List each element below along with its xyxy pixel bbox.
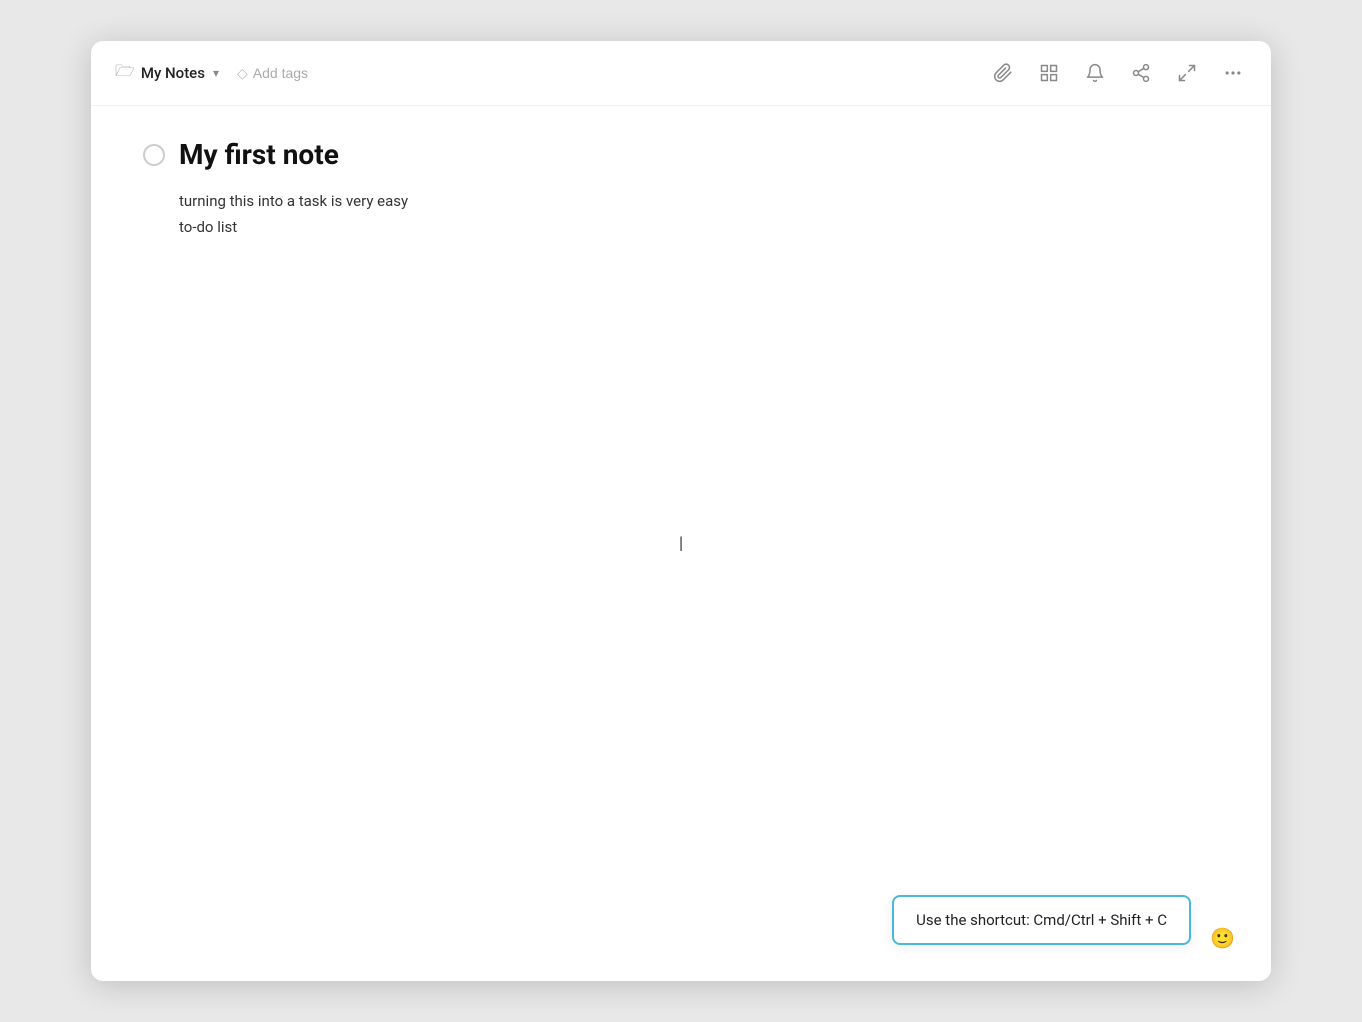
notification-button[interactable] — [1081, 59, 1109, 87]
app-window: 🗁 My Notes ▾ ◇ Add tags — [91, 41, 1271, 981]
add-tags-button[interactable]: ◇ Add tags — [229, 61, 316, 86]
bell-icon — [1085, 63, 1105, 83]
emoji-icon: 🙂 — [1210, 928, 1235, 950]
share-icon — [1131, 63, 1151, 83]
folder-icon: 🗁 — [115, 60, 135, 87]
grid-icon — [1039, 63, 1059, 83]
breadcrumb-title: My Notes — [141, 64, 205, 82]
add-tags-label: Add tags — [253, 65, 308, 81]
note-line-2: to-do list — [179, 215, 1223, 241]
toolbar-right — [989, 59, 1247, 87]
breadcrumb[interactable]: 🗁 My Notes ▾ — [115, 60, 219, 87]
shortcut-text: Use the shortcut: Cmd/Ctrl + Shift + C — [916, 911, 1167, 929]
tag-icon: ◇ — [237, 65, 248, 82]
expand-button[interactable] — [1173, 59, 1201, 87]
emoji-button[interactable]: 🙂 — [1210, 926, 1235, 951]
note-body: turning this into a task is very easy to… — [143, 189, 1223, 240]
more-icon — [1223, 63, 1243, 83]
note-line-1: turning this into a task is very easy — [179, 189, 1223, 215]
attachment-button[interactable] — [989, 59, 1017, 87]
text-cursor: I — [678, 532, 683, 556]
note-content-area[interactable]: My first note turning this into a task i… — [91, 106, 1271, 981]
shortcut-tooltip: Use the shortcut: Cmd/Ctrl + Shift + C — [892, 895, 1191, 945]
toolbar-left: 🗁 My Notes ▾ ◇ Add tags — [115, 60, 316, 87]
attachment-icon — [993, 63, 1013, 83]
note-title-row: My first note — [143, 138, 1223, 171]
grid-view-button[interactable] — [1035, 59, 1063, 87]
chevron-down-icon: ▾ — [213, 66, 219, 80]
toolbar: 🗁 My Notes ▾ ◇ Add tags — [91, 41, 1271, 106]
task-checkbox[interactable] — [143, 144, 165, 166]
expand-icon — [1177, 63, 1197, 83]
share-button[interactable] — [1127, 59, 1155, 87]
note-title: My first note — [179, 138, 339, 171]
more-options-button[interactable] — [1219, 59, 1247, 87]
